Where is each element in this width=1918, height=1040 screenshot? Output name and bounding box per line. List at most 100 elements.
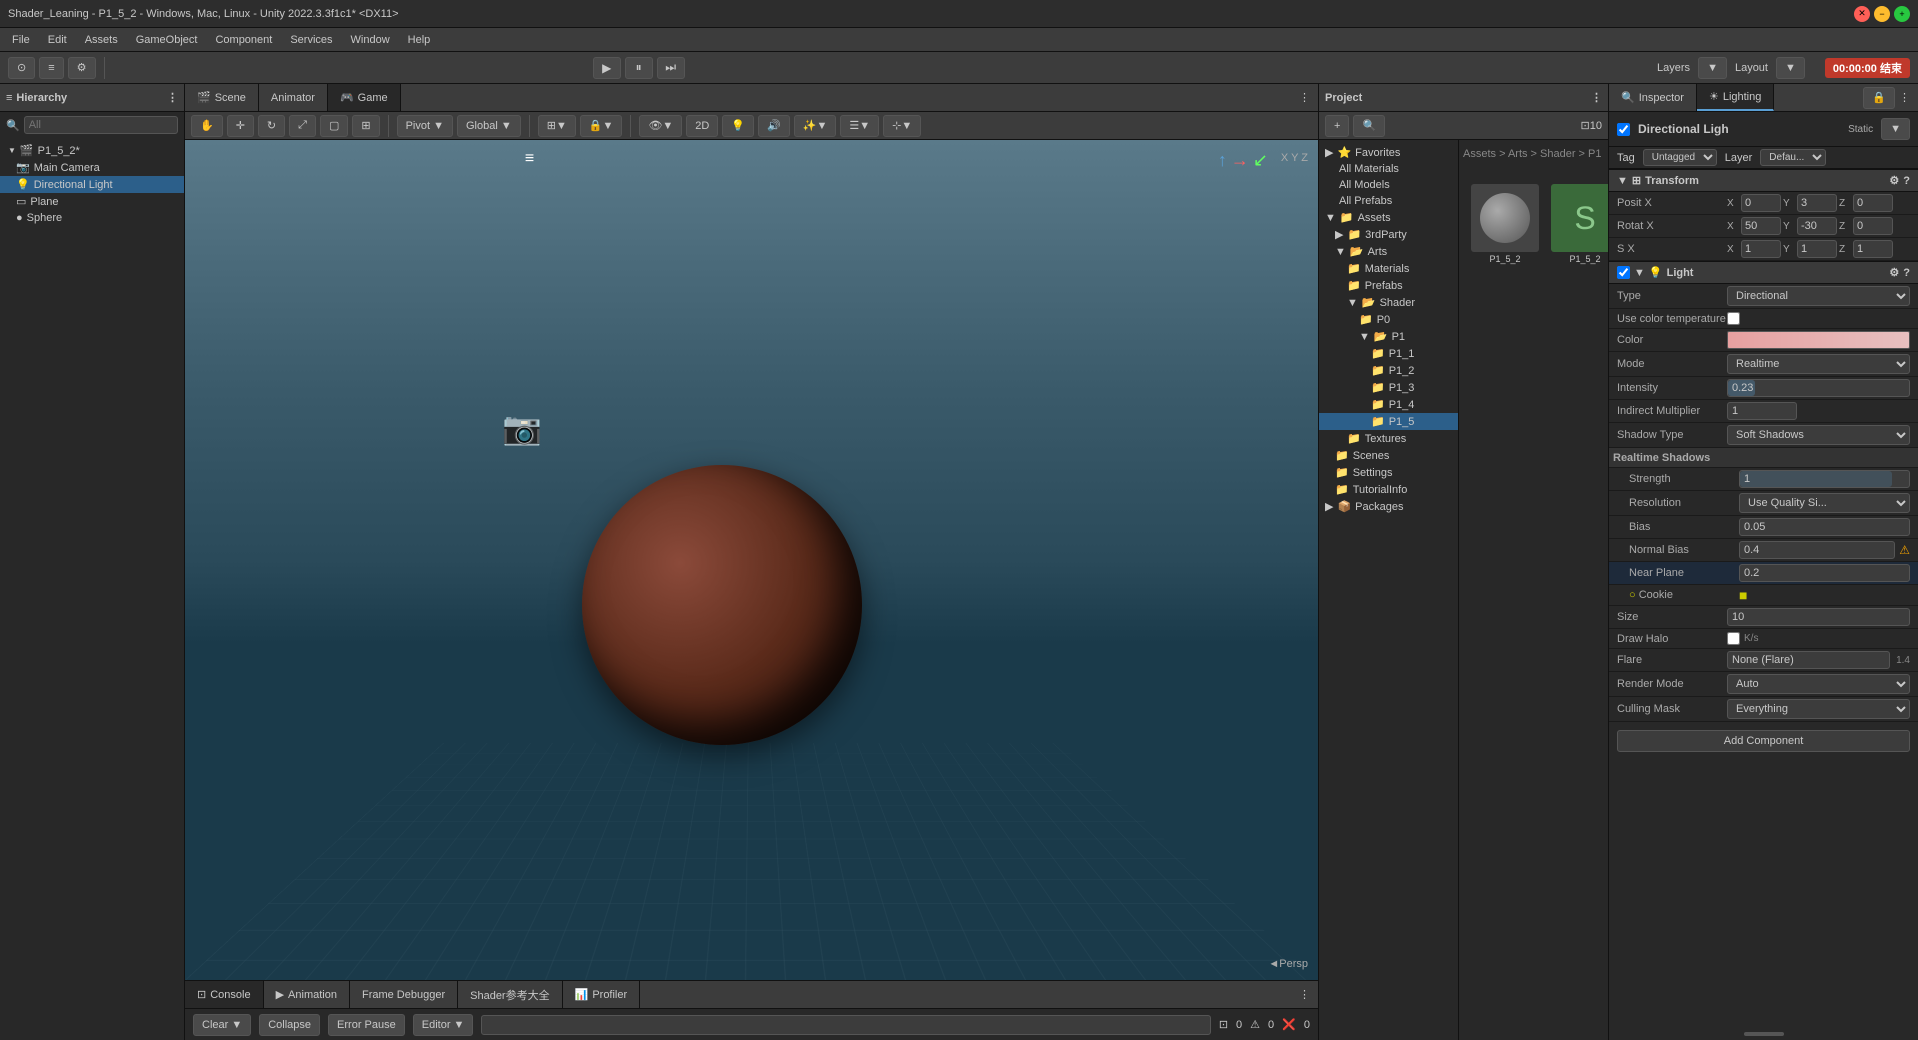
tab-inspector[interactable]: 🔍 Inspector	[1609, 84, 1697, 111]
error-pause-btn[interactable]: Error Pause	[328, 1014, 405, 1036]
scene-tab-game[interactable]: 🎮 Game	[328, 84, 401, 111]
toolbar-icon-btn2[interactable]: ≡	[39, 57, 63, 79]
project-prefabs[interactable]: 📁 Prefabs	[1319, 277, 1458, 294]
menu-window[interactable]: Window	[343, 32, 398, 48]
project-3rdparty[interactable]: ▶ 📁 3rdParty	[1319, 226, 1458, 243]
toolbar-icon-btn1[interactable]: ⊙	[8, 57, 35, 79]
snap-btn[interactable]: 🔒▼	[580, 115, 623, 137]
tab-profiler[interactable]: 📊 Profiler	[563, 981, 641, 1008]
fx-btn[interactable]: ✨▼	[794, 115, 837, 137]
gizmos-btn[interactable]: ⊹▼	[883, 115, 921, 137]
hierarchy-item-sphere[interactable]: ● Sphere	[0, 210, 184, 226]
step-button[interactable]: ⏭	[657, 57, 685, 79]
indirect-mult-input[interactable]	[1727, 402, 1797, 420]
scale-tool[interactable]: ⤢	[289, 115, 316, 137]
type-select[interactable]: Directional	[1727, 286, 1910, 306]
toolbar-icon-btn3[interactable]: ⚙	[68, 57, 96, 79]
color-swatch[interactable]	[1727, 331, 1910, 349]
move-tool[interactable]: ✛	[227, 115, 254, 137]
asset-tile-sphere[interactable]: P1_5_2	[1467, 180, 1543, 268]
menu-assets[interactable]: Assets	[77, 32, 126, 48]
project-p1-3[interactable]: 📁 P1_3	[1319, 379, 1458, 396]
collapse-btn[interactable]: Collapse	[259, 1014, 320, 1036]
flare-input-container[interactable]: None (Flare)	[1727, 651, 1890, 669]
shadow-type-select[interactable]: Soft Shadows	[1727, 425, 1910, 445]
light-section-header[interactable]: ▼ 💡 Light ⚙ ?	[1609, 261, 1918, 284]
transform-settings[interactable]: ⚙	[1889, 174, 1899, 187]
bias-input[interactable]	[1744, 521, 1905, 533]
project-assets-root[interactable]: ▼ 📁 Assets	[1319, 209, 1458, 226]
menu-edit[interactable]: Edit	[40, 32, 75, 48]
project-p1-2[interactable]: 📁 P1_2	[1319, 362, 1458, 379]
inspector-options[interactable]: ⋮	[1899, 91, 1910, 104]
project-arts[interactable]: ▼ 📂 Arts	[1319, 243, 1458, 260]
play-button[interactable]: ▶	[593, 57, 621, 79]
pos-y-input[interactable]	[1797, 194, 1837, 212]
rot-z-input[interactable]	[1853, 217, 1893, 235]
tab-lighting[interactable]: ☀ Lighting	[1697, 84, 1774, 111]
normal-bias-input[interactable]	[1744, 544, 1846, 556]
pos-z-input[interactable]	[1853, 194, 1893, 212]
grid-btn[interactable]: ⊞▼	[538, 115, 576, 137]
project-p1-1[interactable]: 📁 P1_1	[1319, 345, 1458, 362]
hierarchy-item-camera[interactable]: 📷 Main Camera	[0, 159, 184, 176]
editor-btn[interactable]: Editor ▼	[413, 1014, 474, 1036]
transform-section-header[interactable]: ▼ ⊞ Transform ⚙ ?	[1609, 169, 1918, 192]
rot-y-input[interactable]	[1797, 217, 1837, 235]
clear-btn[interactable]: Clear ▼	[193, 1014, 251, 1036]
project-search-btn[interactable]: 🔍	[1353, 115, 1385, 137]
pivot-btn[interactable]: Pivot ▼	[397, 115, 453, 137]
inspector-lock-btn[interactable]: 🔒	[1863, 87, 1895, 109]
mode-select[interactable]: Realtime	[1727, 354, 1910, 374]
project-scenes[interactable]: 📁 Scenes	[1319, 447, 1458, 464]
rotate-tool[interactable]: ↻	[258, 115, 285, 137]
tab-shader-ref[interactable]: Shader参考大全	[458, 981, 562, 1008]
project-p1-4[interactable]: 📁 P1_4	[1319, 396, 1458, 413]
bottom-tabs-options[interactable]: ⋮	[1299, 988, 1318, 1001]
project-add-btn[interactable]: +	[1325, 115, 1349, 137]
tab-console[interactable]: ⊡ Console	[185, 981, 264, 1008]
near-plane-input[interactable]	[1744, 567, 1905, 579]
light-btn[interactable]: 💡	[722, 115, 754, 137]
project-tutorialinfo[interactable]: 📁 TutorialInfo	[1319, 481, 1458, 498]
project-all-materials[interactable]: All Materials	[1319, 161, 1458, 177]
transform-info[interactable]: ?	[1903, 175, 1910, 187]
project-favorites[interactable]: ▶ ⭐ Favorites	[1319, 144, 1458, 161]
global-btn[interactable]: Global ▼	[457, 115, 521, 137]
scene-hamburger[interactable]: ≡	[525, 150, 534, 168]
rect-tool[interactable]: ▢	[320, 115, 348, 137]
asset-tile-script[interactable]: S P1_5_2	[1547, 180, 1608, 268]
hand-tool[interactable]: ✋	[191, 115, 223, 137]
hierarchy-scene-root[interactable]: ▼ 🎬 P1_5_2*	[0, 142, 184, 159]
scale-y-input[interactable]	[1797, 240, 1837, 258]
pos-x-input[interactable]	[1741, 194, 1781, 212]
scene-options-btn[interactable]: ☰▼	[840, 115, 879, 137]
tab-frame-debugger[interactable]: Frame Debugger	[350, 981, 458, 1008]
intensity-input[interactable]	[1732, 382, 1905, 394]
hierarchy-search-input[interactable]	[24, 116, 178, 134]
light-info[interactable]: ?	[1903, 267, 1910, 279]
layers-dropdown[interactable]: ▼	[1698, 57, 1727, 79]
project-p0[interactable]: 📁 P0	[1319, 311, 1458, 328]
menu-file[interactable]: File	[4, 32, 38, 48]
close-btn[interactable]: ✕	[1854, 6, 1870, 22]
scale-x-input[interactable]	[1741, 240, 1781, 258]
hierarchy-options[interactable]: ⋮	[167, 91, 178, 104]
rot-x-input[interactable]	[1741, 217, 1781, 235]
layout-dropdown[interactable]: ▼	[1776, 57, 1805, 79]
menu-gameobject[interactable]: GameObject	[128, 32, 206, 48]
size-input[interactable]	[1732, 611, 1905, 623]
project-settings[interactable]: 📁 Settings	[1319, 464, 1458, 481]
project-textures[interactable]: 📁 Textures	[1319, 430, 1458, 447]
strength-input[interactable]	[1744, 473, 1905, 485]
project-all-prefabs[interactable]: All Prefabs	[1319, 193, 1458, 209]
hierarchy-item-plane[interactable]: ▭ Plane	[0, 193, 184, 210]
use-color-temp-checkbox[interactable]	[1727, 312, 1740, 325]
project-all-models[interactable]: All Models	[1319, 177, 1458, 193]
draw-halo-checkbox[interactable]	[1727, 632, 1740, 645]
scrollbar-thumb[interactable]	[1744, 1032, 1784, 1036]
scene-tab-options[interactable]: ⋮	[1299, 91, 1318, 104]
pause-button[interactable]: ⏸	[625, 57, 653, 79]
tab-animation[interactable]: ▶ Animation	[264, 981, 350, 1008]
menu-help[interactable]: Help	[400, 32, 439, 48]
